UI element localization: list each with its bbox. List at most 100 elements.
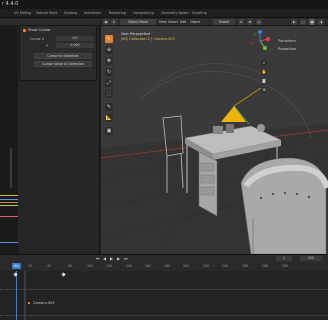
curve-line (0, 216, 18, 217)
menu-select[interactable]: Select (167, 19, 179, 25)
frame-tick: 140 (126, 264, 133, 268)
keyframe-lane (24, 271, 26, 320)
armchair-button (271, 192, 275, 196)
transform-orientation-select[interactable]: Global (213, 19, 235, 25)
cursor-x-field[interactable]: 0.0 (56, 36, 94, 41)
jump-start-icon[interactable]: ⏮ (96, 256, 100, 261)
tab-shading[interactable]: Shading (62, 10, 79, 17)
material-shading-icon[interactable]: ◑ (318, 19, 324, 25)
tab-rendering[interactable]: Rendering (107, 10, 128, 17)
overlay-icon[interactable]: ◐ (291, 19, 297, 25)
transform-tool-icon[interactable]: ⬚ (105, 90, 113, 98)
tab-scripting[interactable]: Scripting (190, 10, 209, 17)
desk-object (226, 124, 234, 133)
cursor-x-label: Cursor X (30, 37, 45, 41)
menu-add[interactable]: Add (179, 19, 187, 25)
tab-animation[interactable]: Animation (82, 10, 103, 17)
curve-line (0, 242, 18, 243)
marker-icon[interactable] (28, 302, 30, 304)
camera-marker-label: Camera.003 (33, 301, 55, 305)
tab-texture-paint[interactable]: Texture Paint (34, 10, 59, 17)
view-perspective-label: User Perspective (121, 32, 151, 36)
proportional-icon[interactable]: ◎ (256, 19, 262, 25)
playhead-line[interactable] (16, 271, 17, 320)
snap-icon[interactable]: ⊞ (247, 19, 253, 25)
tab-geometry-nodes[interactable]: Geometry Nodes (159, 10, 191, 17)
cursor-icon[interactable]: ➤ (111, 19, 117, 25)
frame-tick: 160 (145, 264, 152, 268)
current-frame-indicator[interactable]: 60 (12, 263, 21, 269)
prev-key-icon[interactable]: ◀ (103, 256, 106, 261)
desk-phone (257, 124, 265, 132)
title-bar: r 4.4.0 (0, 0, 328, 9)
curve-line (0, 199, 18, 200)
show-cursor-toggle[interactable]: Show Cursor (23, 28, 51, 32)
frame-start-field[interactable]: 1 (276, 256, 292, 261)
cursor-to-selection-button[interactable]: Cursor to Selection (34, 53, 92, 59)
tab-uv-editing[interactable]: UV Editing (12, 10, 33, 17)
annotate-tool-icon[interactable]: ✎ (105, 103, 113, 111)
pivot-icon[interactable]: ⊙ (238, 19, 244, 25)
editor-type-icon[interactable]: ▣ (103, 19, 109, 25)
add-cube-tool-icon[interactable]: ▣ (105, 127, 113, 135)
frame-tick: 40 (47, 264, 52, 268)
workspace-tabs: UV Editing Texture Paint Shading Animati… (0, 9, 328, 18)
camera-view-icon[interactable]: ◙ (261, 78, 267, 84)
jump-end-icon[interactable]: ⏭ (124, 256, 128, 261)
measure-tool-icon[interactable]: 📐 (105, 114, 113, 122)
pan-hand-icon[interactable]: ✋ (261, 69, 267, 75)
rotate-tool-icon[interactable]: ↻ (105, 68, 113, 76)
sidebar-n-panel: Transform Properties (275, 27, 328, 254)
next-key-icon[interactable]: ▶ (117, 256, 120, 261)
properties-panel-header[interactable]: Properties (278, 47, 296, 51)
cursor-y-label: Y (46, 44, 49, 48)
frame-tick: 80 (68, 264, 73, 268)
frame-tick: 100 (87, 264, 94, 268)
drawer (200, 174, 215, 184)
drawer (200, 162, 215, 172)
gizmo-axes-icon (250, 30, 270, 50)
frame-tick: 220 (203, 264, 210, 268)
frame-end-field[interactable]: 250 (300, 256, 322, 261)
timeline-ruler[interactable]: 60 20 40 80 100 120 140 160 180 200 220 … (0, 262, 328, 271)
frame-tick: 240 (222, 264, 229, 268)
xray-icon[interactable]: ▢ (300, 19, 306, 25)
select-box-tool-icon[interactable]: ↖ (105, 35, 113, 43)
transform-panel-header[interactable]: Transform (278, 39, 296, 43)
dotted-separator (0, 289, 328, 290)
view-popover: Show Cursor Cursor X 0.0 Y 0.000 Cursor … (19, 25, 97, 81)
frame-tick: 120 (106, 264, 113, 268)
ortho-grid-icon[interactable]: ⊞ (261, 87, 267, 93)
navigation-gizmo[interactable] (249, 30, 271, 52)
frame-tick: 260 (242, 264, 249, 268)
keyframe-diamond[interactable] (61, 272, 66, 277)
menu-object[interactable]: Object (189, 19, 201, 25)
frame-tick: 20 (28, 264, 33, 268)
frame-tick: 280 (262, 264, 269, 268)
desk-object (213, 126, 223, 134)
channel-region (0, 25, 18, 254)
drawer (200, 186, 215, 196)
dotted-separator (0, 315, 328, 316)
graph-editor-header (0, 18, 100, 25)
scrollbar[interactable] (10, 148, 12, 188)
cursor-y-field[interactable]: 0.000 (56, 43, 94, 48)
cursor-value-to-selection-button[interactable]: Cursor Value to Selection (34, 61, 92, 67)
timeline-header: ⏮ ◀ ▶ ▶ ⏭ 1 250 (0, 255, 328, 262)
curve-line (0, 195, 18, 196)
window-title: r 4.4.0 (2, 1, 19, 7)
play-icon[interactable]: ▶ (110, 256, 113, 261)
mode-select[interactable]: Object Mode (120, 19, 156, 25)
cursor-tool-icon[interactable]: ⊕ (105, 46, 113, 54)
frame-tick: 300 (282, 264, 289, 268)
active-collection-label: (60) Collection 2 | Camera.003 (121, 37, 175, 41)
camera-frustum (221, 106, 246, 122)
scale-tool-icon[interactable]: ⤢ (105, 79, 113, 87)
tab-compositing[interactable]: Compositing (131, 10, 156, 17)
solid-shading-icon[interactable]: ● (309, 19, 315, 25)
zoom-icon[interactable]: ⌕ (261, 60, 267, 66)
curve-line (0, 202, 18, 203)
desk-drawer-unit (198, 151, 218, 217)
3d-viewport[interactable]: ▣ ➤ Object Mode View Select Add Object G… (101, 18, 328, 254)
move-tool-icon[interactable]: ✥ (105, 57, 113, 65)
